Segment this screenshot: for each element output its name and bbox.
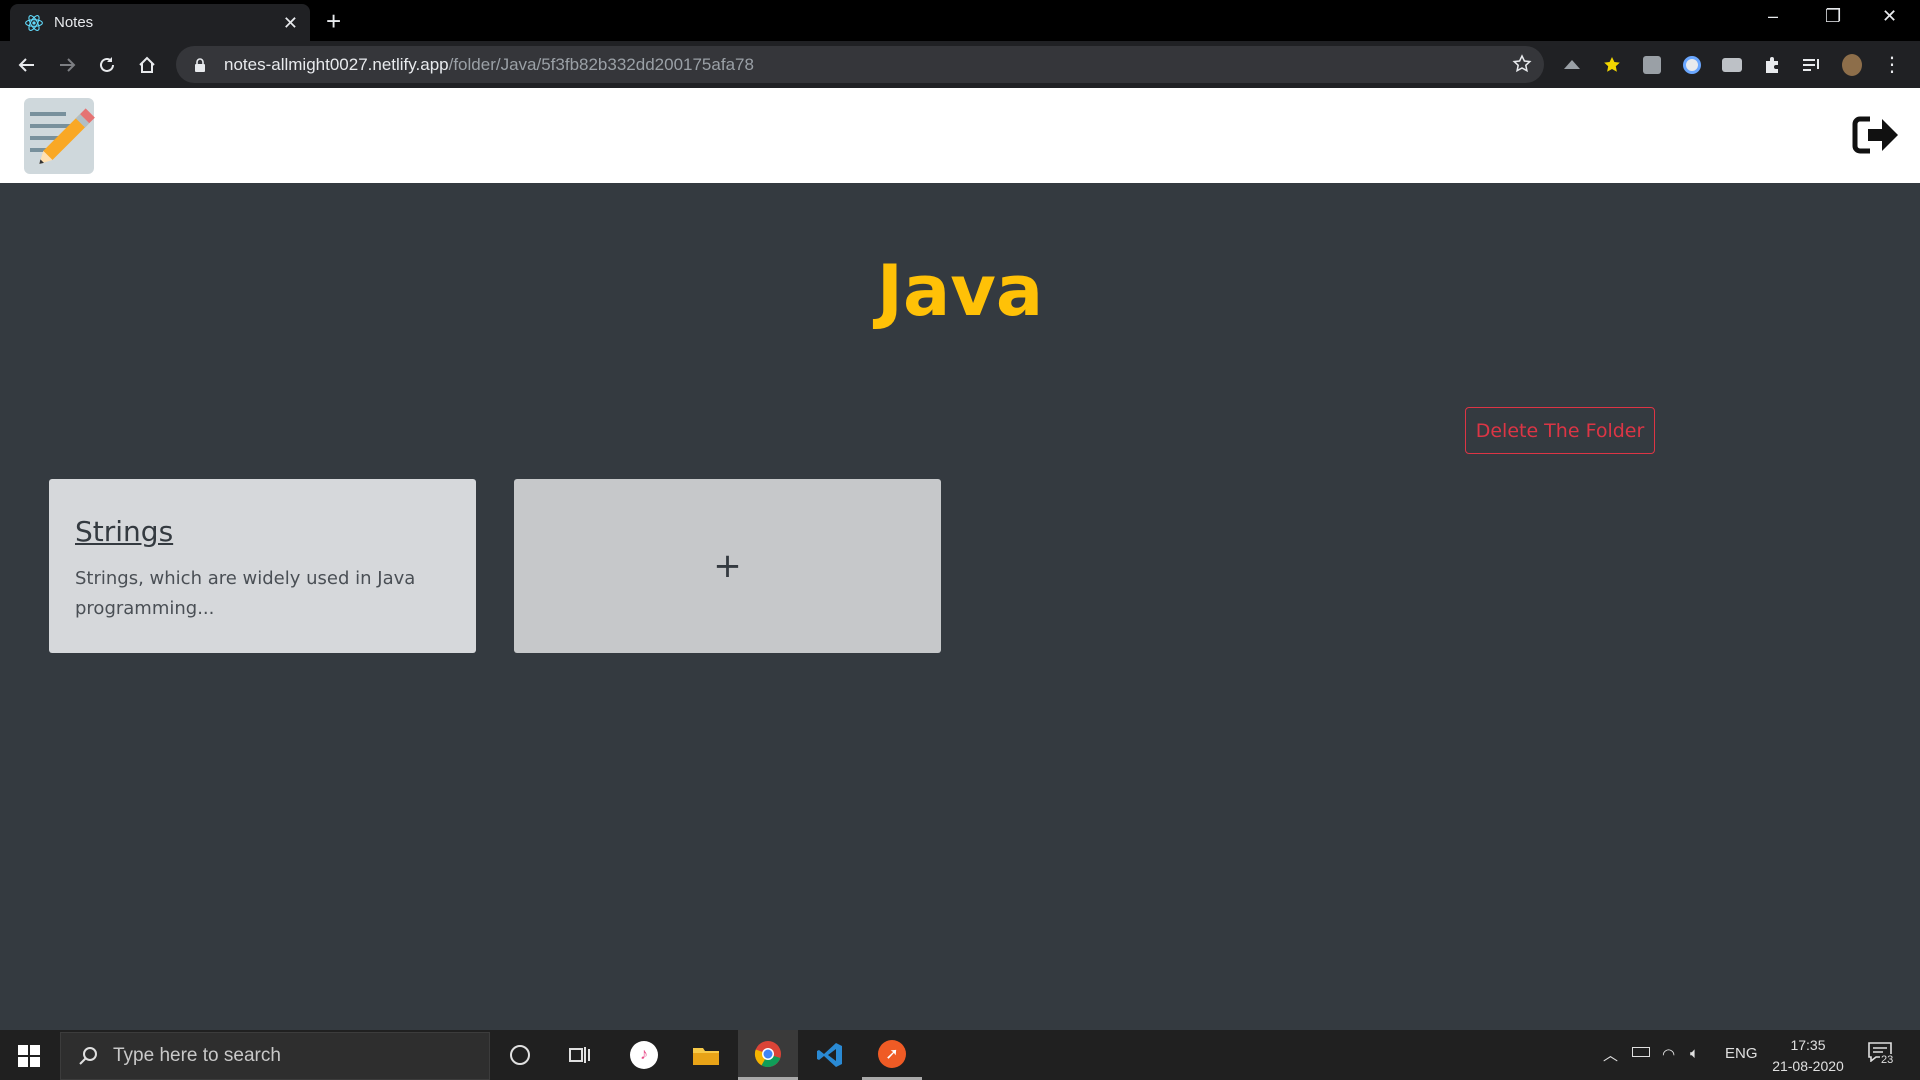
browser-tab[interactable]: Notes ✕ (10, 4, 310, 41)
cortana-icon[interactable] (490, 1030, 550, 1080)
volume-icon[interactable]: 🔈︎ (1690, 1045, 1699, 1062)
bookmark-star-icon[interactable] (1512, 54, 1532, 74)
battery-icon[interactable] (1632, 1047, 1650, 1057)
forward-icon[interactable] (54, 52, 80, 78)
postman-icon[interactable]: ➚ (862, 1030, 922, 1080)
new-tab-button[interactable]: + (326, 8, 341, 34)
add-note-card[interactable]: + (514, 479, 941, 653)
add-note-plus-icon: + (713, 546, 742, 586)
app-navbar (0, 88, 1920, 183)
extension-circle-icon[interactable] (1682, 55, 1702, 75)
home-icon[interactable] (134, 52, 160, 78)
media-queue-icon[interactable] (1802, 55, 1822, 75)
search-placeholder: Type here to search (113, 1045, 281, 1066)
chrome-icon[interactable] (738, 1030, 798, 1080)
taskbar-search-input[interactable]: Type here to search (60, 1032, 490, 1080)
extension-box-icon[interactable] (1642, 55, 1662, 75)
notepad-pencil-logo-icon[interactable] (20, 94, 104, 178)
language-indicator[interactable]: ENG (1725, 1045, 1758, 1062)
notification-count-badge: 23 (1880, 1054, 1895, 1066)
menu-kebab-icon[interactable]: ⋮ (1882, 55, 1902, 75)
address-bar[interactable]: notes-allmight0027.netlify.app/folder/Ja… (176, 46, 1544, 83)
system-clock[interactable]: 17:35 21-08-2020 (1760, 1035, 1856, 1077)
clock-time: 17:35 (1790, 1037, 1826, 1053)
windows-taskbar: Type here to search ♪ ➚ ︿ ◠ 🔈︎ ENG 17:35… (0, 1030, 1920, 1080)
restore-icon[interactable]: ❐ (1825, 6, 1841, 27)
extension-hat-icon[interactable] (1562, 55, 1582, 75)
clock-date: 21-08-2020 (1772, 1058, 1844, 1074)
task-view-icon[interactable] (550, 1030, 610, 1080)
profile-avatar[interactable] (1842, 54, 1862, 76)
minimize-icon[interactable]: – (1768, 6, 1778, 27)
extension-star-icon[interactable] (1602, 55, 1622, 75)
browser-tab-strip: Notes ✕ + – ❐ ✕ (0, 0, 1920, 41)
url-host: notes-allmight0027.netlify.app (224, 54, 449, 74)
search-icon (79, 1047, 97, 1065)
file-explorer-icon[interactable] (676, 1030, 736, 1080)
react-icon (25, 14, 43, 31)
note-snippet: Strings, which are widely used in Java p… (75, 568, 416, 619)
lock-icon (195, 57, 205, 72)
window-close-icon[interactable]: ✕ (1882, 6, 1897, 27)
extension-card-icon[interactable] (1722, 55, 1742, 75)
logout-icon[interactable] (1852, 114, 1900, 156)
windows-start-icon[interactable] (18, 1045, 40, 1067)
reload-icon[interactable] (94, 52, 120, 78)
note-card[interactable]: Strings Strings, which are widely used i… (49, 479, 476, 653)
tab-title: Notes (54, 14, 94, 31)
vscode-icon[interactable] (800, 1030, 860, 1080)
itunes-icon[interactable]: ♪ (614, 1030, 674, 1080)
wifi-icon[interactable]: ◠ (1662, 1045, 1675, 1063)
note-title-link[interactable]: Strings (75, 515, 450, 548)
back-icon[interactable] (14, 52, 40, 78)
show-hidden-icons-chevron-icon[interactable]: ︿ (1603, 1044, 1618, 1065)
folder-title: Java (876, 250, 1044, 332)
action-center-icon[interactable]: 23 (1868, 1042, 1896, 1068)
tab-close-icon[interactable]: ✕ (283, 14, 298, 32)
extensions-puzzle-icon[interactable] (1762, 55, 1782, 75)
delete-folder-button[interactable]: Delete The Folder (1465, 407, 1655, 454)
url-path: /folder/Java/5f3fb82b332dd200175afa78 (448, 54, 754, 74)
browser-toolbar: notes-allmight0027.netlify.app/folder/Ja… (0, 41, 1920, 88)
